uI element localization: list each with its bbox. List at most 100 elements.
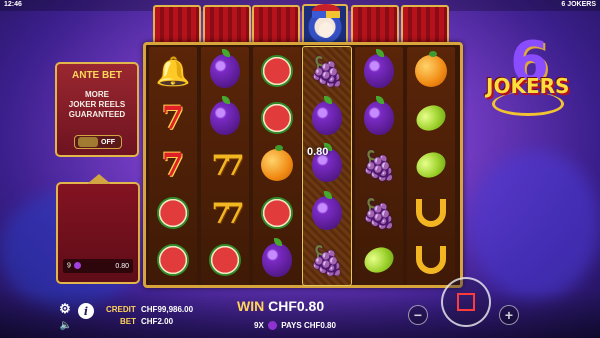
melon-icon (157, 197, 189, 229)
minus-button[interactable]: − (408, 305, 428, 325)
win-value-label: 0.80 (307, 146, 329, 158)
win-history-row: 9 0.80 (63, 259, 133, 273)
win-value: CHF0.80 (268, 298, 325, 314)
win-display: WIN CHF0.80 (237, 298, 324, 314)
symbol-cell (411, 240, 451, 280)
reel-1: 🔔 7 7 (149, 47, 197, 285)
symbol-cell: 7 (153, 98, 193, 138)
symbol-cell (411, 98, 451, 138)
symbol-cell: 🍇 (307, 51, 347, 91)
symbol-cell: 🔔 (153, 51, 193, 91)
plum-mini-icon (73, 262, 81, 270)
reel-2: 77 77 (201, 47, 249, 285)
curtain-reel-3 (252, 5, 300, 45)
curtain-reel-2 (203, 5, 251, 45)
spin-button[interactable] (441, 277, 491, 327)
plum-icon (364, 96, 394, 135)
symbol-cell (257, 145, 297, 185)
toggle-knob-icon (78, 137, 98, 147)
grape-icon: 🍇 (361, 197, 397, 229)
symbol-cell (359, 96, 399, 138)
seven-double-icon: 77 (211, 148, 245, 182)
symbol-cell: 77 (205, 193, 245, 233)
plum-icon (312, 96, 342, 135)
symbol-cell (307, 191, 347, 233)
plum-icon (210, 49, 240, 88)
grape-icon: 🍇 (309, 244, 345, 276)
spin-icon (457, 293, 475, 311)
speaker-icon[interactable]: 🔈 (59, 319, 73, 331)
symbol-cell (153, 240, 193, 280)
symbol-cell (257, 51, 297, 91)
symbol-cell (205, 96, 245, 138)
credit-value: CHF99,986.00 (141, 305, 194, 314)
horseshoe-icon (416, 246, 446, 274)
symbol-cell (153, 193, 193, 233)
gear-icon[interactable]: ⚙ (58, 301, 72, 316)
symbol-cell (359, 49, 399, 91)
melon-icon (209, 244, 241, 276)
plus-icon: + (504, 307, 514, 323)
bet-label: BET (120, 317, 136, 326)
history-count: 9 (67, 262, 71, 270)
symbol-cell (411, 51, 451, 91)
info-icon[interactable]: i (78, 303, 94, 319)
melon-icon (261, 102, 293, 134)
orange-icon (261, 145, 293, 181)
reel-4: 🍇 🍇 (302, 46, 352, 286)
reel-3 (253, 47, 301, 285)
symbol-cell (257, 238, 297, 280)
logo-word: JOKERS (486, 74, 570, 98)
lemon-icon (360, 242, 398, 278)
symbol-cell: 77 (205, 145, 245, 185)
ante-bet-title: ANTE BET (72, 70, 122, 81)
curtain-reel-5 (351, 5, 399, 45)
symbol-cell: 7 (153, 145, 193, 185)
jester-face-icon (319, 22, 333, 38)
symbol-cell (205, 240, 245, 280)
ante-desc-line: MORE (85, 90, 109, 99)
symbol-cell (411, 145, 451, 185)
symbol-cell (307, 96, 347, 138)
symbol-cell: 🍇 (359, 193, 399, 233)
symbol-cell (257, 98, 297, 138)
seven-icon: 7 (161, 146, 185, 184)
game-name: 6 JOKERS (561, 1, 596, 8)
jester-portrait (302, 4, 348, 46)
history-amount: 0.80 (115, 262, 129, 270)
pays-count: 9X (254, 321, 264, 330)
lemon-icon (412, 100, 450, 136)
reel-grid: 🔔 7 7 77 77 🍇 🍇 🍇 🍇 (143, 42, 463, 288)
seven-icon: 7 (161, 99, 185, 137)
ante-bet-panel: ANTE BET MORE JOKER REELS GUARANTEED OFF (55, 62, 139, 157)
minus-icon: − (413, 307, 423, 323)
pays-line: 9X PAYS CHF0.80 (254, 321, 336, 331)
plum-mini-icon (268, 321, 278, 331)
plum-icon (364, 49, 394, 88)
ante-bet-toggle[interactable]: OFF (74, 135, 122, 149)
reel-6 (407, 47, 455, 285)
status-bar: 12:46 6 JOKERS (0, 0, 600, 11)
symbol-cell (205, 49, 245, 91)
lemon-icon (412, 147, 450, 183)
win-history-panel: 9 0.80 (56, 174, 140, 284)
jester-hat-icon (312, 4, 340, 18)
symbol-cell: 🍇 (307, 240, 347, 280)
credit-label: CREDIT (106, 305, 136, 314)
plum-icon (210, 96, 240, 135)
horseshoe-icon (416, 199, 446, 227)
bell-icon: 🔔 (155, 55, 191, 87)
seven-double-icon: 77 (211, 196, 245, 230)
grape-icon: 🍇 (309, 55, 345, 87)
clock: 12:46 (4, 1, 22, 8)
grape-icon: 🍇 (361, 149, 397, 181)
win-label: WIN (237, 298, 265, 314)
panel-cap-icon (87, 174, 111, 184)
melon-icon (261, 197, 293, 229)
symbol-cell: 🍇 (359, 145, 399, 185)
game-logo: 6 JOKERS (472, 30, 592, 130)
plus-button[interactable]: + (499, 305, 519, 325)
plum-icon (312, 191, 342, 230)
ante-desc-line: GUARANTEED (68, 110, 126, 119)
bet-value: CHF2.00 (141, 317, 174, 326)
